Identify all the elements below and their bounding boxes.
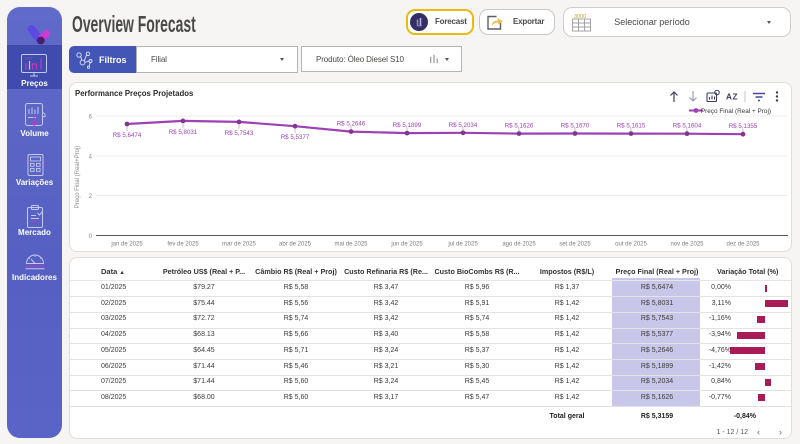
svg-text:ago de 2025: ago de 2025 [502, 242, 536, 248]
svg-text:4: 4 [89, 155, 93, 161]
svg-text:R$ 5,1615: R$ 5,1615 [617, 123, 646, 130]
svg-text:R$ 5,5377: R$ 5,5377 [281, 134, 310, 141]
svg-text:0: 0 [89, 234, 93, 240]
svg-text:jan de 2025: jan de 2025 [110, 242, 143, 248]
svg-text:set de 2025: set de 2025 [559, 242, 591, 248]
svg-text:R$ 5,8031: R$ 5,8031 [169, 129, 198, 136]
svg-text:abr de 2025: abr de 2025 [279, 242, 312, 248]
svg-text:R$ 5,7543: R$ 5,7543 [225, 130, 254, 137]
svg-text:jul de 2025: jul de 2025 [447, 242, 478, 248]
svg-text:mar de 2025: mar de 2025 [222, 242, 256, 248]
svg-text:R$ 5,1604: R$ 5,1604 [673, 123, 702, 130]
svg-text:R$ 5,1626: R$ 5,1626 [505, 123, 534, 130]
svg-text:R$ 5,1355: R$ 5,1355 [729, 123, 758, 130]
svg-text:jun de 2025: jun de 2025 [390, 242, 423, 248]
svg-text:fev de 2025: fev de 2025 [167, 242, 199, 248]
svg-text:out de 2025: out de 2025 [615, 242, 647, 248]
svg-text:nov de 2025: nov de 2025 [670, 242, 704, 248]
svg-text:dez de 2025: dez de 2025 [726, 242, 760, 248]
svg-text:R$ 5,2646: R$ 5,2646 [337, 121, 366, 128]
svg-text:Preço Final (Real + Proj): Preço Final (Real + Proj) [701, 108, 771, 115]
svg-text:mai de 2025: mai de 2025 [334, 242, 368, 248]
svg-text:Preço Final (Real+Proj): Preço Final (Real+Proj) [75, 146, 81, 209]
svg-text:6: 6 [89, 115, 93, 121]
svg-text:R$ 5,2034: R$ 5,2034 [449, 122, 478, 129]
svg-text:R$ 5,1899: R$ 5,1899 [393, 122, 422, 129]
svg-text:R$ 5,1670: R$ 5,1670 [561, 123, 590, 130]
svg-text:R$ 5,6474: R$ 5,6474 [113, 132, 142, 139]
svg-text:2: 2 [89, 194, 93, 200]
svg-text:TXT: TXT [25, 56, 34, 61]
